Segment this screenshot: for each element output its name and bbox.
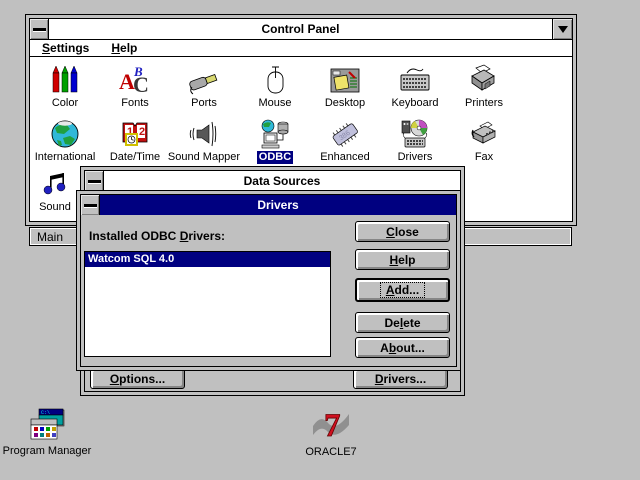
- fonts-icon: A B C: [119, 64, 151, 96]
- dialog-title: Drivers: [100, 195, 456, 215]
- cpl-icon-printers[interactable]: Printers: [451, 64, 517, 110]
- cpl-icon-fax[interactable]: Fax: [451, 118, 517, 164]
- control-panel-titlebar[interactable]: Control Panel: [30, 19, 572, 39]
- keyboard-icon: [399, 64, 431, 96]
- cpl-icon-desktop[interactable]: Desktop: [312, 64, 378, 110]
- sound-mapper-icon: [188, 118, 220, 150]
- window-title: Control Panel: [49, 19, 552, 39]
- system-menu-icon: [33, 28, 46, 31]
- oracle7-desktop-icon[interactable]: 7 ORACLE7: [285, 404, 377, 458]
- datetime-icon: 1 2: [119, 118, 151, 150]
- fax-icon: [468, 118, 500, 150]
- minimize-arrow-icon: [558, 26, 568, 33]
- help-button[interactable]: Help: [355, 249, 450, 270]
- cpl-icon-keyboard[interactable]: Keyboard: [382, 64, 448, 110]
- cpl-icon-fonts[interactable]: A B C Fonts: [102, 64, 168, 110]
- menu-help[interactable]: Help: [111, 41, 137, 55]
- data-sources-titlebar[interactable]: Data Sources: [85, 171, 460, 191]
- drivers-body: Installed ODBC Drivers: Watcom SQL 4.0 C…: [81, 215, 456, 366]
- svg-text:7: 7: [324, 408, 341, 444]
- cpl-icon-datetime[interactable]: 1 2 Date/Time: [102, 118, 168, 164]
- program-manager-desktop-icon[interactable]: C:\ Program Manager: [1, 407, 93, 457]
- cpl-icon-ports[interactable]: Ports: [171, 64, 237, 110]
- sound-icon: [39, 168, 71, 200]
- add-button[interactable]: Add...: [355, 278, 450, 302]
- installed-drivers-listbox[interactable]: Watcom SQL 4.0: [84, 251, 331, 357]
- installed-drivers-label: Installed ODBC Drivers:: [89, 229, 225, 243]
- drivers-button[interactable]: Drivers...: [353, 368, 448, 389]
- desktop-icon: [329, 64, 361, 96]
- close-button[interactable]: Close: [355, 221, 450, 242]
- odbc-icon: [259, 118, 291, 150]
- enhanced-icon: 386: [329, 118, 361, 150]
- international-icon: [49, 118, 81, 150]
- svg-text:C: C: [133, 72, 149, 96]
- delete-button[interactable]: Delete: [355, 312, 450, 333]
- system-menu-icon: [84, 204, 97, 207]
- drivers-dialog: Drivers Installed ODBC Drivers: Watcom S…: [76, 190, 461, 371]
- system-menu-button[interactable]: [81, 195, 100, 215]
- main-group-window-title: Main: [37, 230, 63, 244]
- cpl-icon-enhanced[interactable]: 386 Enhanced: [312, 118, 378, 164]
- oracle7-label: ORACLE7: [305, 446, 356, 458]
- system-menu-button[interactable]: [85, 171, 104, 191]
- minimize-button[interactable]: [552, 19, 572, 39]
- options-button[interactable]: Options...: [90, 368, 185, 389]
- drivers-icon: [399, 118, 431, 150]
- selected-icon-label: ODBC: [257, 151, 293, 164]
- mouse-icon: [259, 64, 291, 96]
- dialog-title: Data Sources: [104, 171, 460, 191]
- program-manager-label: Program Manager: [3, 445, 92, 457]
- cpl-icon-international[interactable]: International: [32, 118, 98, 164]
- ports-icon: [188, 64, 220, 96]
- drivers-titlebar[interactable]: Drivers: [81, 195, 456, 215]
- system-menu-icon: [88, 180, 101, 183]
- cpl-icon-mouse[interactable]: Mouse: [242, 64, 308, 110]
- cpl-icon-color[interactable]: Color: [32, 64, 98, 110]
- menu-bar: Settings Help: [30, 39, 572, 57]
- svg-text:2: 2: [139, 126, 145, 138]
- cpl-icon-sound-mapper[interactable]: Sound Mapper: [171, 118, 237, 164]
- oracle7-icon: 7: [311, 404, 351, 444]
- list-item-selected[interactable]: Watcom SQL 4.0: [85, 252, 330, 267]
- color-icon: [49, 64, 81, 96]
- menu-settings[interactable]: Settings: [42, 41, 89, 55]
- cpl-icon-odbc[interactable]: ODBC: [242, 118, 308, 164]
- program-manager-icon: C:\: [29, 407, 65, 443]
- cpl-icon-drivers[interactable]: Drivers: [382, 118, 448, 164]
- printers-icon: [468, 64, 500, 96]
- system-menu-button[interactable]: [30, 19, 49, 39]
- about-button[interactable]: About...: [355, 337, 450, 358]
